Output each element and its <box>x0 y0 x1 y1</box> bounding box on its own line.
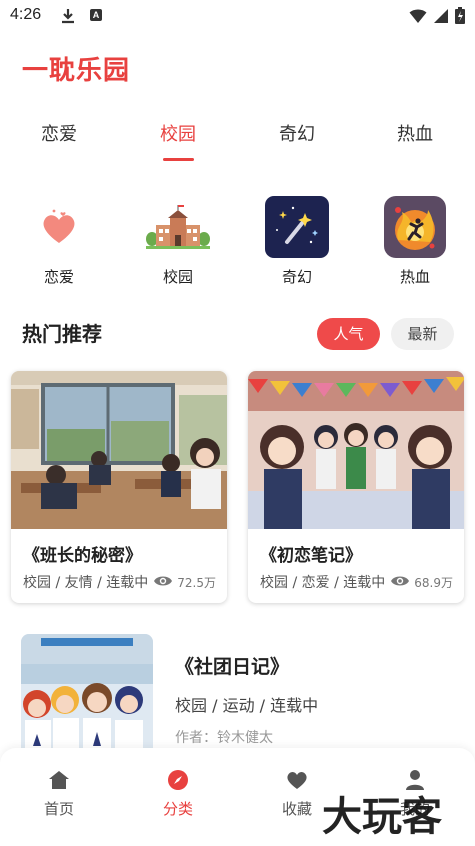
nav-home[interactable]: 首页 <box>19 768 99 819</box>
view-count: 72.5万 <box>153 574 216 591</box>
battery-icon <box>455 7 465 28</box>
tab-campus[interactable]: 校园 <box>138 120 218 146</box>
tab-active-indicator <box>163 158 194 161</box>
compass-icon <box>138 768 218 792</box>
category-label: 奇幻 <box>281 268 312 286</box>
comic-author: 作者：铃木健太 <box>175 730 273 746</box>
comic-card[interactable]: 《班长的秘密》 校园 / 友情 / 连载中 72.5万 <box>11 371 227 603</box>
view-count-value: 68.9万 <box>414 576 453 590</box>
nav-label: 分类 <box>162 800 193 818</box>
category-romance[interactable]: 恋爱 <box>19 196 99 287</box>
category-fantasy[interactable]: 奇幻 <box>257 196 337 287</box>
category-label: 校园 <box>162 268 193 286</box>
view-count-value: 72.5万 <box>177 576 216 590</box>
comic-cover-image <box>248 371 464 529</box>
eye-icon <box>153 574 173 591</box>
heart-icon <box>27 196 91 258</box>
sort-popular-chip[interactable]: 人气 <box>317 318 380 350</box>
comic-list-item[interactable]: 《社团日记》 校园 / 运动 / 连载中 作者：铃木健太 <box>0 628 475 758</box>
category-action[interactable]: 热血 <box>375 196 455 287</box>
watermark-logo: 大玩客 <box>322 794 442 840</box>
status-bar: 4:26 A <box>0 0 475 34</box>
fire-hero-icon <box>383 196 447 258</box>
app-title: 一耽乐园 <box>22 56 131 86</box>
status-time: 4:26 <box>10 6 42 23</box>
comic-tags: 校园 / 运动 / 连载中 <box>175 696 319 715</box>
signal-icon <box>433 8 449 28</box>
category-label: 热血 <box>399 268 430 286</box>
comic-cover-image <box>21 634 153 758</box>
nav-label: 首页 <box>43 800 74 818</box>
comic-title: 《初恋笔记》 <box>260 546 362 566</box>
view-count: 68.9万 <box>390 574 453 591</box>
nav-category[interactable]: 分类 <box>138 768 218 819</box>
school-icon <box>146 196 210 258</box>
tab-action[interactable]: 热血 <box>375 120 455 146</box>
category-label: 恋爱 <box>43 268 74 286</box>
category-campus[interactable]: 校园 <box>138 196 218 287</box>
comic-title: 《社团日记》 <box>175 656 290 678</box>
status-indicators <box>409 7 465 28</box>
comic-card[interactable]: 《初恋笔记》 校园 / 恋爱 / 连载中 68.9万 <box>248 371 464 603</box>
comic-cover-image <box>11 371 227 529</box>
a-badge-icon: A <box>90 9 102 21</box>
category-tabs: 恋爱 校园 奇幻 热血 <box>0 112 475 168</box>
comic-title: 《班长的秘密》 <box>23 546 142 566</box>
section-title: 热门推荐 <box>22 322 102 346</box>
tab-fantasy[interactable]: 奇幻 <box>257 120 337 146</box>
home-icon <box>19 768 99 792</box>
download-icon <box>60 7 76 29</box>
wifi-icon <box>409 8 427 28</box>
sort-latest-chip[interactable]: 最新 <box>391 318 454 350</box>
eye-icon <box>390 574 410 591</box>
comic-tags: 校园 / 友情 / 连载中 <box>23 575 148 591</box>
magic-wand-icon <box>265 196 329 258</box>
tab-romance[interactable]: 恋爱 <box>19 120 99 146</box>
comic-tags: 校园 / 恋爱 / 连载中 <box>260 575 385 591</box>
